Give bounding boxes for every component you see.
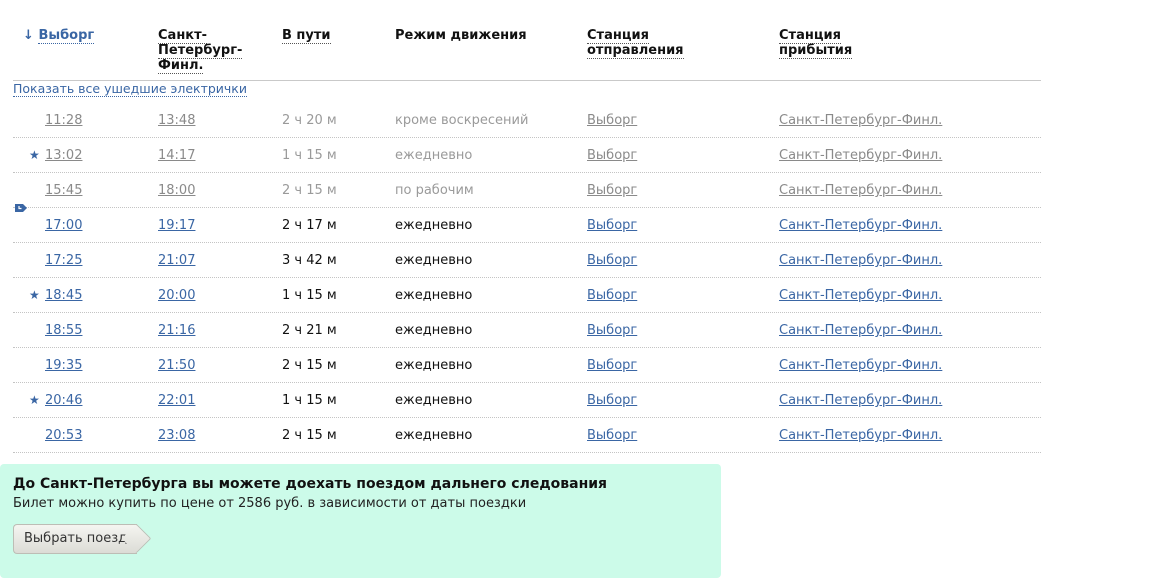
column-header-duration[interactable]: В пути — [282, 28, 331, 44]
column-header-from-label: Выборг — [38, 28, 95, 44]
departure-station-link[interactable]: Выборг — [587, 358, 637, 373]
travel-duration: 1 ч 15 м — [282, 148, 337, 163]
departure-station-link[interactable]: Выборг — [587, 183, 637, 198]
arrival-time-link[interactable]: 19:17 — [158, 218, 195, 233]
arrival-station-link[interactable]: Санкт-Петербург-Финл. — [779, 358, 942, 373]
arrival-station-link[interactable]: Санкт-Петербург-Финл. — [779, 428, 942, 443]
column-header-duration-label: В пути — [282, 28, 331, 44]
travel-duration: 2 ч 15 м — [282, 183, 337, 198]
departure-station-link[interactable]: Выборг — [587, 113, 637, 128]
departure-station-link[interactable]: Выборг — [587, 288, 637, 303]
arrival-time-link[interactable]: 14:17 — [158, 148, 195, 163]
express-star-icon: ★ — [29, 148, 40, 162]
column-header-departure-station[interactable]: Станция отправления — [587, 28, 684, 59]
departure-time-link[interactable]: 20:46 — [45, 393, 82, 408]
arrival-time-link[interactable]: 21:07 — [158, 253, 195, 268]
column-header-arrival-station[interactable]: Станция прибытия — [779, 28, 853, 59]
run-schedule: ежедневно — [395, 218, 473, 233]
run-schedule: ежедневно — [395, 323, 473, 338]
departure-time-link[interactable]: 15:45 — [45, 183, 82, 198]
table-row: 18:55 21:16 2 ч 21 м ежедневно Выборг Санкт-П… — [13, 313, 1041, 348]
departure-station-link[interactable]: Выборг — [587, 218, 637, 233]
departure-station-link[interactable]: Выборг — [587, 323, 637, 338]
departure-station-link[interactable]: Выборг — [587, 253, 637, 268]
promo-subtitle: Билет можно купить по цене от 2586 руб. … — [13, 496, 527, 511]
travel-duration: 2 ч 21 м — [282, 323, 337, 338]
arrival-station-link[interactable]: Санкт-Петербург-Финл. — [779, 288, 942, 303]
column-header-to-line1: Санкт- — [158, 28, 208, 44]
table-header: ↓ Выборг Санкт- Петербург- Финл. В пути … — [13, 28, 1041, 81]
table-row: ★ 18:45 20:00 1 ч 15 м ежедневно Выборг Санкт-… — [13, 278, 1041, 313]
table-row: 15:45 18:00 2 ч 15 м по рабочим Выборг Санкт-… — [13, 173, 1041, 208]
table-row: 11:28 13:48 2 ч 20 м кроме воскресений Выбор… — [13, 103, 1041, 138]
current-time-marker-icon — [15, 204, 27, 212]
promo-title: До Санкт-Петербурга вы можете доехать по… — [13, 476, 608, 492]
arrival-station-link[interactable]: Санкт-Петербург-Финл. — [779, 218, 942, 233]
departure-time-link[interactable]: 20:53 — [45, 428, 82, 443]
run-schedule: ежедневно — [395, 358, 473, 373]
arrival-time-link[interactable]: 13:48 — [158, 113, 195, 128]
departure-station-link[interactable]: Выборг — [587, 148, 637, 163]
column-header-from[interactable]: ↓ Выборг — [23, 28, 95, 44]
table-row: 17:25 21:07 3 ч 42 м ежедневно Выборг Санкт-П… — [13, 243, 1041, 278]
travel-duration: 2 ч 15 м — [282, 358, 337, 373]
sort-arrow-icon: ↓ — [23, 28, 34, 43]
travel-duration: 2 ч 15 м — [282, 428, 337, 443]
arrival-time-link[interactable]: 21:16 — [158, 323, 195, 338]
table-row: 17:00 19:17 2 ч 17 м ежедневно Выборг Санкт-П… — [13, 204, 1041, 243]
travel-duration: 2 ч 17 м — [282, 218, 337, 233]
column-header-dep-line1: Станция — [587, 28, 649, 44]
show-departed-trains-link[interactable]: Показать все ушедшие электрички — [13, 82, 247, 97]
travel-duration: 1 ч 15 м — [282, 288, 337, 303]
travel-duration: 2 ч 20 м — [282, 113, 337, 128]
arrival-time-link[interactable]: 18:00 — [158, 183, 195, 198]
departure-time-link[interactable]: 18:45 — [45, 288, 82, 303]
column-header-to-line3: Финл. — [158, 58, 204, 74]
column-header-to[interactable]: Санкт- Петербург- Финл. — [158, 28, 243, 74]
arrival-station-link[interactable]: Санкт-Петербург-Финл. — [779, 113, 942, 128]
button-arrow-shape — [121, 523, 152, 554]
run-schedule: ежедневно — [395, 253, 473, 268]
arrival-station-link[interactable]: Санкт-Петербург-Финл. — [779, 183, 942, 198]
express-star-icon: ★ — [29, 393, 40, 407]
arrival-time-link[interactable]: 22:01 — [158, 393, 195, 408]
table-row: 19:35 21:50 2 ч 15 м ежедневно Выборг Санкт-П… — [13, 348, 1041, 383]
arrival-time-link[interactable]: 21:50 — [158, 358, 195, 373]
schedule-table: 11:28 13:48 2 ч 20 м кроме воскресений Выбор… — [13, 103, 1041, 453]
arrival-time-link[interactable]: 23:08 — [158, 428, 195, 443]
table-row: ★ 20:46 22:01 1 ч 15 м ежедневно Выборг Санкт-… — [13, 383, 1041, 418]
arrival-station-link[interactable]: Санкт-Петербург-Финл. — [779, 253, 942, 268]
column-header-to-line2: Петербург- — [158, 43, 243, 59]
departure-time-link[interactable]: 17:25 — [45, 253, 82, 268]
column-header-arr-line1: Станция — [779, 28, 841, 44]
travel-duration: 1 ч 15 м — [282, 393, 337, 408]
long-distance-train-promo: До Санкт-Петербурга вы можете доехать по… — [0, 464, 721, 578]
choose-train-button[interactable]: Выбрать поезд — [13, 523, 152, 554]
travel-duration: 3 ч 42 м — [282, 253, 337, 268]
departure-time-link[interactable]: 13:02 — [45, 148, 82, 163]
column-header-mode: Режим движения — [395, 28, 527, 43]
column-header-dep-line2: отправления — [587, 43, 684, 59]
choose-train-button-label: Выбрать поезд — [24, 531, 128, 546]
table-row: ★ 13:02 14:17 1 ч 15 м ежедневно Выборг Санкт-… — [13, 138, 1041, 173]
departure-time-link[interactable]: 11:28 — [45, 113, 82, 128]
column-header-arr-line2: прибытия — [779, 43, 853, 59]
departure-time-link[interactable]: 19:35 — [45, 358, 82, 373]
arrival-time-link[interactable]: 20:00 — [158, 288, 195, 303]
run-schedule: кроме воскресений — [395, 113, 529, 128]
express-star-icon: ★ — [29, 288, 40, 302]
departure-station-link[interactable]: Выборг — [587, 393, 637, 408]
run-schedule: по рабочим — [395, 183, 474, 198]
table-row: 20:53 23:08 2 ч 15 м ежедневно Выборг Санкт-П… — [13, 418, 1041, 453]
run-schedule: ежедневно — [395, 148, 473, 163]
run-schedule: ежедневно — [395, 393, 473, 408]
arrival-station-link[interactable]: Санкт-Петербург-Финл. — [779, 148, 942, 163]
arrival-station-link[interactable]: Санкт-Петербург-Финл. — [779, 393, 942, 408]
departure-time-link[interactable]: 18:55 — [45, 323, 82, 338]
departure-time-link[interactable]: 17:00 — [45, 218, 82, 233]
departure-station-link[interactable]: Выборг — [587, 428, 637, 443]
arrival-station-link[interactable]: Санкт-Петербург-Финл. — [779, 323, 942, 338]
run-schedule: ежедневно — [395, 288, 473, 303]
run-schedule: ежедневно — [395, 428, 473, 443]
